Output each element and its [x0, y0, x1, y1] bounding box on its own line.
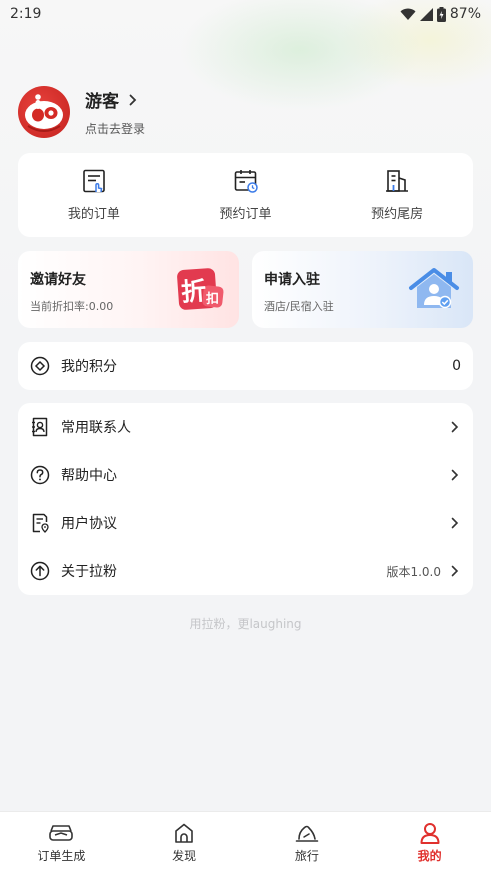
calendar-clock-icon	[234, 170, 258, 193]
slogan: 用拉粉，更laughing	[189, 617, 302, 631]
signal-icon	[419, 7, 433, 21]
menu-item-about-label: 关于拉粉	[61, 564, 117, 580]
my-orders-button[interactable]: 我的订单	[18, 153, 170, 237]
menu-item-agreement-label: 用户协议	[61, 516, 117, 532]
bottom-tab-bar: 订单生成 发现 旅行 我的	[0, 811, 491, 873]
points-value: 0	[452, 358, 461, 374]
building-icon	[386, 170, 409, 192]
wifi-icon	[400, 8, 416, 20]
menu-item-agreement[interactable]: 用户协议	[18, 499, 473, 547]
profile-icon	[420, 823, 440, 844]
invite-friends-card[interactable]: 邀请好友 当前折扣率:0.00 折 扣	[18, 251, 239, 328]
login-hint[interactable]: 点击去登录	[85, 120, 145, 137]
discount-badge-sub: 扣	[206, 292, 220, 307]
battery-icon	[436, 6, 446, 22]
travel-icon	[295, 825, 319, 842]
tab-profile[interactable]: 我的	[368, 812, 491, 873]
status-indicators: 87%	[400, 6, 481, 22]
menu-item-help[interactable]: 帮助中心	[18, 451, 473, 499]
settings-menu: 常用联系人 帮助中心 用户协议 关于拉粉 版本1.0.0	[18, 403, 473, 595]
tail-rooms-label: 预约尾房	[371, 207, 424, 222]
apply-settle-card[interactable]: 申请入驻 酒店/民宿入驻	[252, 251, 473, 328]
house-user-icon	[409, 268, 459, 309]
chevron-right-icon	[451, 565, 459, 577]
discount-badge-main: 折	[180, 276, 208, 307]
tab-discover[interactable]: 发现	[123, 812, 246, 873]
agreement-icon	[30, 513, 50, 533]
tab-profile-label: 我的	[417, 849, 442, 863]
orders-card: 我的订单 预约订单 预约尾房	[18, 153, 473, 237]
menu-item-help-label: 帮助中心	[61, 468, 117, 484]
booking-orders-label: 预约订单	[219, 207, 272, 222]
contact-icon	[30, 417, 50, 437]
help-icon	[30, 465, 50, 485]
chevron-right-icon	[451, 469, 459, 481]
chevron-right-icon	[451, 421, 459, 433]
profile-text: 游客 点击去登录	[85, 87, 145, 137]
version-label: 版本1.0.0	[386, 564, 441, 579]
tail-rooms-button[interactable]: 预约尾房	[321, 153, 473, 237]
tab-travel[interactable]: 旅行	[246, 812, 369, 873]
my-points-row[interactable]: 我的积分 0	[18, 342, 473, 390]
status-time: 2:19	[10, 6, 42, 22]
profile-name-link[interactable]: 游客	[85, 87, 145, 112]
tab-discover-label: 发现	[172, 849, 197, 863]
battery-level: 87%	[449, 6, 481, 22]
order-generate-icon	[49, 825, 74, 841]
tab-order-generate[interactable]: 订单生成	[0, 812, 123, 873]
app-logo-icon	[25, 94, 63, 132]
menu-item-contacts[interactable]: 常用联系人	[18, 403, 473, 451]
my-orders-label: 我的订单	[67, 207, 120, 222]
discover-icon	[175, 823, 193, 843]
order-list-icon	[83, 169, 105, 193]
status-bar: 2:19 87%	[0, 0, 491, 28]
menu-item-about[interactable]: 关于拉粉 版本1.0.0	[18, 547, 473, 595]
upload-circle-icon	[30, 561, 50, 581]
chevron-right-icon	[451, 517, 459, 529]
profile-name: 游客	[85, 92, 119, 112]
points-label: 我的积分	[61, 359, 117, 375]
profile-header[interactable]: 游客 点击去登录	[18, 86, 145, 138]
tab-order-generate-label: 订单生成	[37, 849, 86, 863]
booking-orders-button[interactable]: 预约订单	[170, 153, 322, 237]
tab-travel-label: 旅行	[294, 849, 319, 863]
points-icon	[30, 356, 50, 376]
chevron-right-icon	[129, 94, 137, 105]
menu-item-contacts-label: 常用联系人	[61, 420, 131, 436]
avatar[interactable]	[18, 86, 70, 138]
